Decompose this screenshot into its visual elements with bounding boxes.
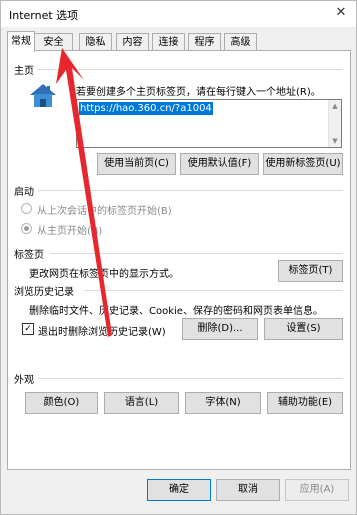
cancel-button[interactable]: 取消	[216, 479, 280, 501]
tab-programs[interactable]: 程序	[188, 33, 221, 51]
tab-general[interactable]: 常规	[7, 31, 35, 52]
use-new-tab-button[interactable]: 使用新标签页(U)	[263, 153, 343, 175]
appearance-divider	[38, 378, 343, 379]
fonts-button[interactable]: 字体(N)	[185, 392, 261, 414]
delete-on-exit-checkbox[interactable]: ✓	[22, 323, 34, 335]
radio-home-page[interactable]	[21, 223, 32, 234]
tab-security[interactable]: 安全	[34, 33, 73, 51]
tab-connections[interactable]: 连接	[152, 33, 185, 51]
home-heading: 主页	[14, 66, 34, 77]
internet-options-window: Internet 选项 ✕ 常规 安全 隐私 内容 连接 程序 高级 主页 若要…	[0, 0, 357, 515]
colors-button[interactable]: 颜色(O)	[25, 392, 98, 414]
tab-advanced[interactable]: 高级	[224, 33, 257, 51]
appearance-heading: 外观	[14, 375, 34, 386]
tab-privacy[interactable]: 隐私	[79, 33, 112, 51]
radio-selected-dot	[24, 226, 29, 231]
delete-history-button[interactable]: 删除(D)...	[182, 318, 258, 340]
use-default-button[interactable]: 使用默认值(F)	[180, 153, 259, 175]
startup-heading: 启动	[14, 187, 34, 198]
history-heading: 浏览历史记录	[14, 287, 74, 298]
textarea-scrollbar[interactable]: ▲ ▼	[328, 100, 341, 147]
radio-last-session[interactable]	[21, 203, 32, 214]
apply-button[interactable]: 应用(A)	[285, 479, 349, 501]
languages-button[interactable]: 语言(L)	[104, 392, 179, 414]
home-page-icon	[30, 84, 56, 107]
window-title: Internet 选项	[9, 9, 79, 22]
accessibility-button[interactable]: 辅助功能(E)	[267, 392, 343, 414]
history-divider	[84, 290, 343, 291]
delete-on-exit-label: 退出时删除浏览历史记录(W)	[38, 327, 166, 338]
tabs-divider	[50, 253, 343, 254]
home-description: 若要创建多个主页标签页，请在每行键入一个地址(R)。	[76, 87, 321, 98]
home-url-textarea[interactable]: https://hao.360.cn/?a1004 ▲ ▼	[76, 99, 342, 148]
history-settings-button[interactable]: 设置(S)	[264, 318, 343, 340]
home-divider	[38, 69, 343, 70]
startup-divider	[38, 190, 343, 191]
close-icon[interactable]: ✕	[330, 3, 352, 23]
tab-content[interactable]: 内容	[116, 33, 149, 51]
scroll-up-icon[interactable]: ▲	[329, 100, 341, 112]
tabs-heading: 标签页	[14, 250, 44, 261]
tabs-button[interactable]: 标签页(T)	[278, 260, 343, 282]
home-url-text: https://hao.360.cn/?a1004	[79, 102, 213, 115]
history-description: 删除临时文件、历史记录、Cookie、保存的密码和网页表单信息。	[29, 306, 323, 317]
scroll-down-icon[interactable]: ▼	[329, 135, 341, 147]
title-bar: Internet 选项 ✕	[1, 1, 356, 27]
radio-home-page-label: 从主页开始(H)	[37, 226, 103, 237]
tabs-description: 更改网页在标签页中的显示方式。	[29, 269, 179, 280]
general-tab-panel: 主页 若要创建多个主页标签页，请在每行键入一个地址(R)。 https://ha…	[7, 50, 351, 470]
radio-last-session-label: 从上次会话中的标签页开始(B)	[37, 206, 172, 217]
ok-button[interactable]: 确定	[147, 479, 211, 501]
use-current-button[interactable]: 使用当前页(C)	[97, 153, 176, 175]
